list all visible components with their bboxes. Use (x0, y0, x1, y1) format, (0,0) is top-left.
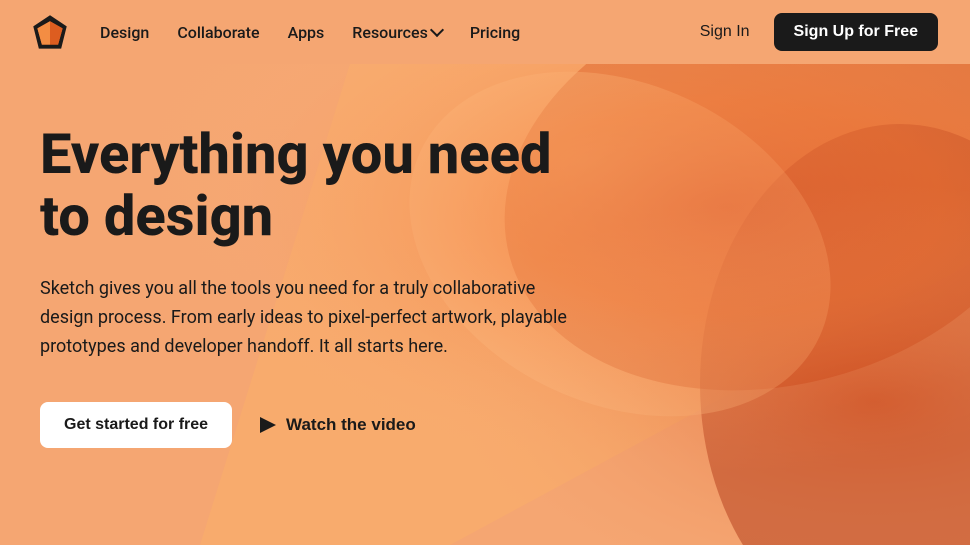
watch-video-button[interactable]: Watch the video (260, 415, 416, 435)
navbar: Design Collaborate Apps Resources Pricin… (0, 0, 970, 64)
sign-in-button[interactable]: Sign In (700, 23, 750, 41)
watch-video-label: Watch the video (286, 415, 416, 435)
nav-link-collaborate[interactable]: Collaborate (177, 23, 259, 42)
nav-link-pricing[interactable]: Pricing (470, 23, 520, 42)
logo[interactable] (32, 14, 68, 50)
nav-link-apps[interactable]: Apps (288, 23, 325, 42)
chevron-down-icon (430, 23, 444, 37)
hero-content: Everything you need to design Sketch giv… (0, 64, 620, 448)
hero-section: Everything you need to design Sketch giv… (0, 64, 970, 545)
play-icon (260, 417, 276, 433)
hero-headline: Everything you need to design (40, 124, 580, 247)
nav-links: Design Collaborate Apps Resources Pricin… (100, 23, 700, 42)
nav-link-design[interactable]: Design (100, 23, 149, 42)
get-started-button[interactable]: Get started for free (40, 402, 232, 448)
sign-up-button[interactable]: Sign Up for Free (774, 13, 938, 51)
nav-right: Sign In Sign Up for Free (700, 13, 938, 51)
hero-subtext: Sketch gives you all the tools you need … (40, 275, 580, 361)
hero-actions: Get started for free Watch the video (40, 402, 580, 448)
nav-link-resources[interactable]: Resources (352, 23, 442, 42)
